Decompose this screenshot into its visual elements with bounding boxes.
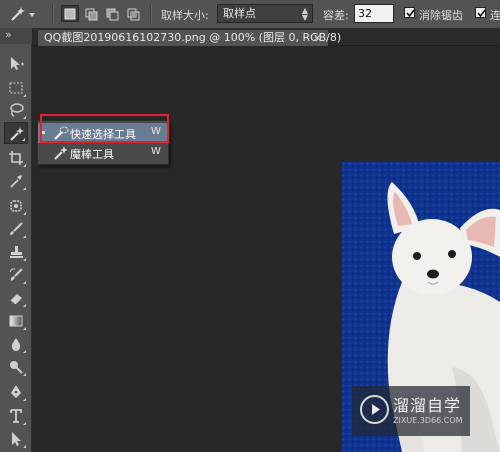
sample-size-label: 取样大小: [161, 9, 209, 22]
add-to-selection-button[interactable] [82, 5, 100, 22]
path-selection-tool[interactable] [4, 428, 28, 450]
clone-stamp-tool[interactable] [4, 241, 28, 263]
watermark-title: 溜溜自学 [393, 396, 462, 415]
pen-icon [11, 385, 21, 398]
gradient-icon [9, 315, 23, 327]
brush-tool[interactable] [4, 218, 28, 240]
blur-tool[interactable] [4, 333, 28, 355]
new-selection-button[interactable] [61, 5, 79, 22]
new-selection-icon [64, 8, 76, 20]
tolerance-label: 容差: [323, 9, 349, 22]
select-arrows-icon: ▲ ▼ [301, 6, 308, 22]
tolerance-input[interactable]: 32 [354, 4, 394, 23]
contiguous-label: 连 [490, 9, 500, 22]
checkmark-icon [477, 9, 486, 18]
path-selection-icon [12, 432, 21, 446]
close-tab-icon[interactable]: × [313, 30, 322, 45]
eraser-tool[interactable] [4, 287, 28, 309]
flyout-item-shortcut: W [151, 146, 161, 157]
highlight-box [40, 114, 169, 143]
flyout-item-magic-wand[interactable]: 魔棒工具 W [38, 143, 168, 163]
move-tool[interactable] [4, 53, 28, 75]
type-tool[interactable] [4, 405, 28, 427]
brush-icon [10, 222, 23, 235]
add-to-selection-icon [85, 8, 98, 21]
rectangular-marquee-icon [9, 82, 23, 94]
watermark-badge: 溜溜自学 ZIXUE.3D66.COM [352, 386, 470, 436]
subtract-selection-icon [106, 8, 119, 21]
subtract-from-selection-button[interactable] [103, 5, 121, 22]
sample-size-select[interactable]: 取样点 ▲ ▼ [217, 4, 313, 23]
intersect-selection-button[interactable] [124, 5, 142, 22]
options-bar: 取样大小: 取样点 ▲ ▼ 容差: 32 消除锯齿 连 [0, 0, 500, 29]
eyedropper-tool[interactable] [4, 170, 28, 192]
history-brush-icon [9, 268, 23, 281]
type-icon [10, 409, 22, 423]
marquee-tool[interactable] [4, 77, 28, 99]
crop-tool[interactable] [4, 147, 28, 169]
checkmark-icon [406, 9, 415, 18]
dodge-tool[interactable] [4, 356, 28, 378]
blur-drop-icon [11, 338, 21, 351]
toolbox [0, 44, 32, 452]
sample-size-value: 取样点 [223, 7, 256, 20]
crop-icon [9, 151, 23, 165]
contiguous-checkbox[interactable] [475, 7, 486, 18]
eyedropper-icon [10, 175, 22, 188]
quick-selection-tool[interactable] [4, 122, 28, 144]
flyout-item-label: 魔棒工具 [70, 148, 114, 161]
play-icon [372, 404, 380, 415]
healing-brush-icon [10, 200, 22, 212]
history-brush-tool[interactable] [4, 264, 28, 286]
healing-brush-tool[interactable] [4, 195, 28, 217]
magic-wand-icon [54, 146, 68, 160]
magic-wand-icon [11, 7, 35, 21]
stamp-icon [10, 246, 23, 258]
play-logo-icon [360, 395, 389, 424]
antialias-checkbox[interactable] [404, 7, 415, 18]
intersect-selection-icon [127, 8, 140, 21]
tool-preset-picker[interactable] [6, 5, 36, 23]
lasso-icon [10, 103, 24, 117]
move-icon [11, 57, 24, 70]
gradient-tool[interactable] [4, 310, 28, 332]
watermark-url: ZIXUE.3D66.COM [393, 416, 463, 425]
pen-tool[interactable] [4, 381, 28, 403]
document-tab[interactable]: QQ截图20190616102730.png @ 100% (图层 0, RGB… [38, 30, 341, 46]
lasso-tool[interactable] [4, 99, 28, 121]
dodge-icon [10, 361, 23, 374]
tools-panel-header[interactable]: » [0, 28, 32, 45]
eraser-icon [9, 294, 22, 305]
collapse-panel-icon[interactable]: » [5, 28, 12, 41]
document-title: QQ截图20190616102730.png @ 100% (图层 0, RGB… [44, 31, 342, 44]
antialias-label: 消除锯齿 [419, 9, 463, 22]
